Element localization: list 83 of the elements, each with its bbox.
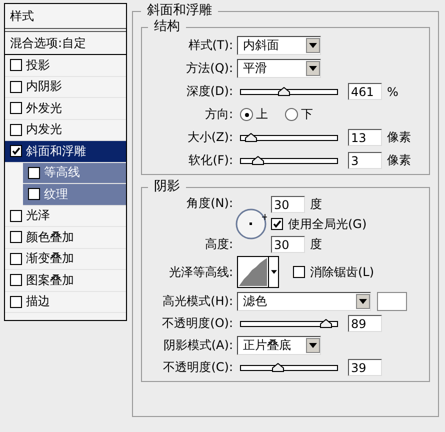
radio-label: 下 — [301, 106, 313, 123]
checkbox[interactable] — [293, 266, 305, 278]
angle-dial[interactable] — [235, 208, 267, 240]
number-field[interactable]: 13 — [348, 129, 382, 146]
caret-icon — [356, 294, 370, 309]
field-label: 深度(D): — [185, 83, 234, 100]
caret-icon — [306, 338, 320, 353]
field-label: 软化(F): — [188, 152, 234, 169]
field-label: 样式(T): — [187, 37, 234, 54]
field-label: 光泽等高线: — [168, 264, 234, 280]
contour-picker[interactable] — [237, 256, 279, 288]
dropdown[interactable]: 正片叠底 — [237, 336, 321, 355]
style-item[interactable]: 图案叠加 — [5, 270, 126, 292]
radio-label: 上 — [256, 106, 268, 123]
style-item[interactable]: 斜面和浮雕 — [5, 141, 126, 162]
unit-label: 像素 — [387, 152, 411, 169]
checkbox[interactable] — [10, 296, 22, 308]
group-title: 阴影 — [153, 179, 181, 195]
checkbox[interactable] — [10, 231, 22, 244]
checkbox[interactable] — [10, 145, 22, 158]
style-item[interactable]: 外发光 — [5, 98, 126, 120]
unit-label: 度 — [310, 196, 322, 212]
group-title: 结构 — [153, 19, 181, 35]
dropdown[interactable]: 平滑 — [237, 59, 321, 78]
number-field[interactable]: 89 — [348, 315, 382, 332]
slider-thumb[interactable] — [252, 156, 264, 164]
checkbox[interactable] — [10, 210, 22, 222]
style-item[interactable]: 颜色叠加 — [5, 227, 126, 248]
style-item[interactable]: 渐变叠加 — [5, 248, 126, 270]
checkbox[interactable] — [10, 59, 22, 72]
checkbox[interactable] — [10, 124, 22, 136]
checkbox[interactable] — [10, 252, 22, 265]
checkbox[interactable] — [10, 274, 22, 286]
checkbox[interactable] — [28, 166, 40, 179]
field-label: 方法(Q): — [185, 60, 234, 77]
checkbox[interactable] — [271, 218, 283, 230]
checkbox[interactable] — [10, 102, 22, 114]
blend-options-item[interactable]: 混合选项:自定 — [5, 32, 126, 55]
style-item[interactable]: 描边 — [5, 292, 126, 313]
checkbox[interactable] — [28, 188, 40, 200]
field-label: 不透明度(O): — [161, 315, 234, 332]
unit-label: 像素 — [387, 129, 411, 146]
group-title: 斜面和浮雕 — [146, 3, 213, 19]
field-label: 阴影模式(A): — [162, 337, 234, 354]
unit-label: 度 — [310, 236, 322, 252]
checkbox[interactable] — [10, 80, 22, 93]
slider[interactable] — [240, 364, 338, 370]
slider[interactable] — [240, 88, 338, 94]
slider-thumb[interactable] — [272, 362, 284, 372]
slider-thumb[interactable] — [278, 86, 290, 96]
caret-icon — [268, 257, 278, 287]
slider-thumb[interactable] — [244, 132, 257, 142]
field-label: 高光模式(H): — [162, 293, 234, 310]
number-field[interactable]: 30 — [271, 236, 305, 252]
style-item[interactable]: 光泽 — [5, 206, 126, 227]
number-field[interactable]: 30 — [271, 196, 305, 212]
slider[interactable] — [240, 134, 338, 140]
style-item[interactable]: 纹理 — [23, 184, 126, 206]
caret-icon — [306, 38, 320, 53]
number-field[interactable]: 39 — [348, 359, 382, 376]
dropdown[interactable]: 内斜面 — [237, 36, 321, 55]
dropdown[interactable]: 滤色 — [237, 292, 371, 311]
field-label: 大小(Z): — [186, 129, 234, 146]
radio-button[interactable] — [285, 108, 298, 121]
caret-icon — [306, 61, 320, 76]
color-swatch[interactable] — [377, 292, 407, 311]
checkbox-label: 使用全局光(G) — [288, 216, 367, 232]
number-field[interactable]: 461 — [348, 83, 382, 100]
slider-thumb[interactable] — [320, 318, 332, 328]
field-label: 方向: — [204, 106, 234, 123]
field-label: 角度(N): — [186, 195, 234, 212]
checkbox-label: 消除锯齿(L) — [310, 264, 374, 280]
style-item[interactable]: 内阴影 — [5, 76, 126, 98]
number-field[interactable]: 3 — [348, 152, 382, 169]
styles-header: 样式 — [5, 4, 126, 32]
unit-label: % — [387, 84, 398, 98]
slider[interactable] — [240, 320, 338, 326]
field-label: 不透明度(C): — [162, 359, 234, 376]
radio-button[interactable] — [240, 108, 253, 121]
slider[interactable] — [240, 158, 338, 164]
style-item[interactable]: 等高线 — [23, 162, 126, 184]
field-label: 高度: — [204, 236, 234, 253]
style-item[interactable]: 投影 — [5, 55, 126, 76]
